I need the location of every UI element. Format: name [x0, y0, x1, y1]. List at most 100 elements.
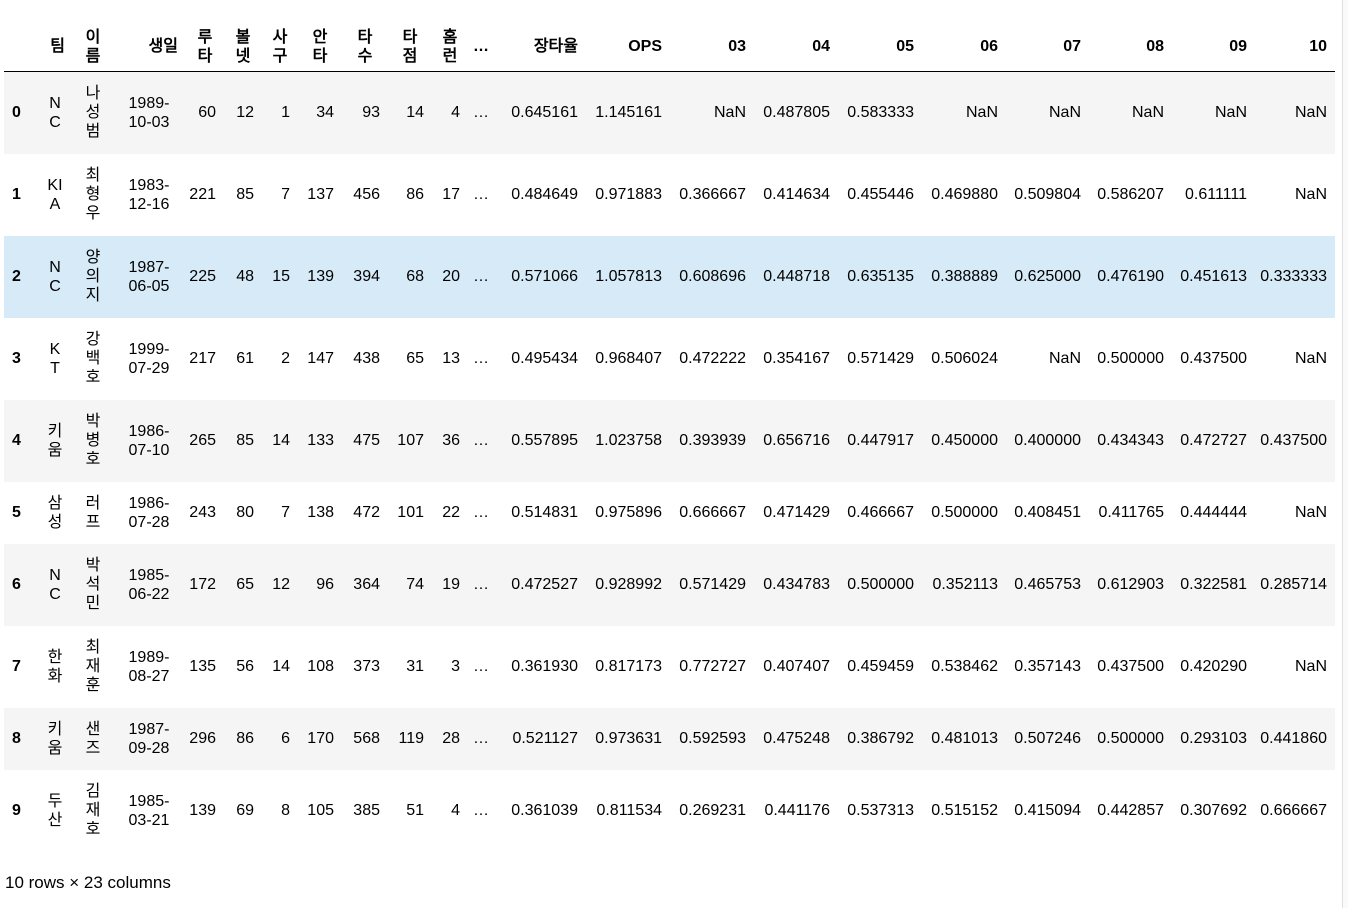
cell-team-text: KT [49, 340, 61, 377]
cell-stat: 86 [236, 730, 254, 747]
cell-year: 0.476190 [1097, 268, 1164, 285]
table-row[interactable]: 7 한화 최재훈 1989-08-27 135 56 14 108 373 31 3 … 0.36193… [4, 625, 1335, 708]
cell-ellipsis: … [473, 268, 489, 285]
table-row[interactable]: 6 NC 박석민 1985-06-22 172 65 12 96 364 74 19 … 0.47252… [4, 543, 1335, 626]
cell-stat: 133 [307, 432, 334, 449]
row-index: 7 [12, 658, 21, 675]
cell-year: 0.583333 [847, 104, 914, 122]
col-header: 생일 [112, 22, 186, 72]
cell-stat: 85 [236, 432, 254, 449]
cell-stat: 61 [236, 350, 254, 367]
cell-birth: 1986-07-28 [112, 482, 186, 544]
cell-slg: 0.514831 [511, 504, 578, 521]
table-row[interactable]: 1 KIA 최형우 1983-12-16 221 85 7 137 456 86 17 … 0.4846… [4, 153, 1335, 236]
table-row[interactable]: 8 키움 샌즈 1987-09-28 296 86 6 170 568 119 28 … 0.52112… [4, 707, 1335, 770]
cell-year: 0.455446 [847, 186, 914, 203]
table-row[interactable]: 9 두산 김재호 1985-03-21 139 69 8 105 385 51 4 … 0.361039… [4, 769, 1335, 852]
table-row[interactable]: 0 NC 나성범 1989-10-03 60 12 1 34 93 14 4 … 0.645161 1.1… [4, 71, 1335, 154]
cell-stat: 65 [236, 576, 254, 593]
output-scrollbar[interactable] [1342, 0, 1348, 908]
cell-slg: 0.484649 [511, 186, 578, 203]
cell-year: 0.451613 [1180, 268, 1247, 285]
cell-stat: 68 [406, 268, 424, 285]
cell-year: 0.307692 [1180, 802, 1247, 819]
col-header: 타점 [388, 22, 432, 72]
cell-year: 0.506024 [931, 350, 998, 367]
cell-birth-text: 1986-07-28 [128, 494, 170, 531]
cell-year: 0.500000 [1097, 350, 1164, 367]
cell-stat: 12 [272, 576, 290, 593]
cell-year: 0.408451 [1014, 504, 1081, 521]
cell-stat: 15 [272, 268, 290, 285]
cell-team: 키움 [36, 400, 74, 482]
cell-name: 최재훈 [74, 626, 112, 708]
cell-stat: 243 [189, 504, 216, 521]
cell-stat: 14 [406, 104, 424, 122]
table-row[interactable]: 5 삼성 러프 1986-07-28 243 80 7 138 472 101 22 … 0.51483… [4, 481, 1335, 544]
cell-year: 0.500000 [931, 504, 998, 521]
cell-ellipsis: … [473, 802, 489, 819]
cell-stat: 48 [236, 268, 254, 285]
cell-year: 0.393939 [679, 432, 746, 449]
cell-year: 0.592593 [679, 730, 746, 747]
table-row[interactable]: 4 키움 박병호 1986-07-10 265 85 14 133 475 107 36 … 0.557… [4, 399, 1335, 482]
cell-year: 0.666667 [679, 504, 746, 521]
cell-name: 샌즈 [74, 708, 112, 770]
cell-year: 0.500000 [1097, 730, 1164, 747]
cell-name: 강백호 [74, 318, 112, 400]
cell-ops: 0.971883 [595, 186, 662, 203]
cell-birth-text: 1985-06-22 [128, 566, 170, 603]
cell-stat: 56 [236, 658, 254, 675]
cell-year: 0.434343 [1097, 432, 1164, 449]
cell-year: NaN [1131, 104, 1164, 122]
cell-year: 0.635135 [847, 268, 914, 285]
cell-stat: 2 [281, 350, 290, 367]
cell-year: 0.656716 [763, 432, 830, 449]
cell-year: NaN [1294, 186, 1327, 203]
cell-stat: 364 [353, 576, 380, 593]
cell-year: 0.465753 [1014, 576, 1081, 593]
cell-ops: 0.968407 [595, 350, 662, 367]
cell-birth: 1985-03-21 [112, 770, 186, 852]
cell-stat: 170 [307, 730, 334, 747]
cell-birth: 1987-09-28 [112, 708, 186, 770]
cell-year: 0.407407 [763, 658, 830, 675]
cell-birth-text: 1989-08-27 [128, 648, 170, 685]
cell-birth: 1987-06-05 [112, 236, 186, 318]
cell-stat: 456 [353, 186, 380, 203]
cell-stat: 147 [307, 350, 334, 367]
cell-birth: 1989-10-03 [112, 72, 186, 154]
cell-year: 0.441176 [764, 802, 830, 819]
table-row[interactable]: 2 NC 양의지 1987-06-05 225 48 15 139 394 68 20 … 0.5710… [4, 235, 1335, 318]
row-index: 1 [12, 186, 21, 203]
cell-stat: 34 [316, 104, 334, 122]
cell-team: NC [36, 236, 74, 318]
col-header: 05 [838, 22, 922, 72]
cell-stat: 4 [451, 802, 460, 819]
cell-stat: 105 [307, 802, 334, 819]
cell-birth-text: 1987-06-05 [128, 258, 170, 295]
cell-stat: 139 [307, 268, 334, 285]
cell-stat: 221 [189, 186, 216, 203]
cell-year: 0.411765 [1098, 504, 1164, 521]
cell-ellipsis: … [473, 576, 489, 593]
cell-stat: 265 [189, 432, 216, 449]
cell-ellipsis: … [473, 104, 489, 122]
cell-name-text: 김재호 [85, 783, 101, 838]
cell-year: NaN [1294, 104, 1327, 122]
cell-year: 0.437500 [1097, 658, 1164, 675]
col-header: 홈런 [432, 22, 468, 72]
cell-year: NaN [1214, 104, 1247, 122]
cell-stat: 80 [236, 504, 254, 521]
cell-year: 0.666667 [1260, 802, 1327, 819]
cell-stat: 96 [316, 576, 334, 593]
cell-year: 0.354167 [763, 350, 830, 367]
col-header: 09 [1172, 22, 1255, 72]
cell-ops: 0.928992 [595, 576, 662, 593]
cell-name-text: 러프 [85, 494, 101, 531]
cell-team-text: 키움 [47, 422, 63, 459]
cell-stat: 373 [353, 658, 380, 675]
cell-name: 김재호 [74, 770, 112, 852]
row-index: 3 [12, 350, 21, 367]
table-row[interactable]: 3 KT 강백호 1999-07-29 217 61 2 147 438 65 13 … 0.49543… [4, 317, 1335, 400]
